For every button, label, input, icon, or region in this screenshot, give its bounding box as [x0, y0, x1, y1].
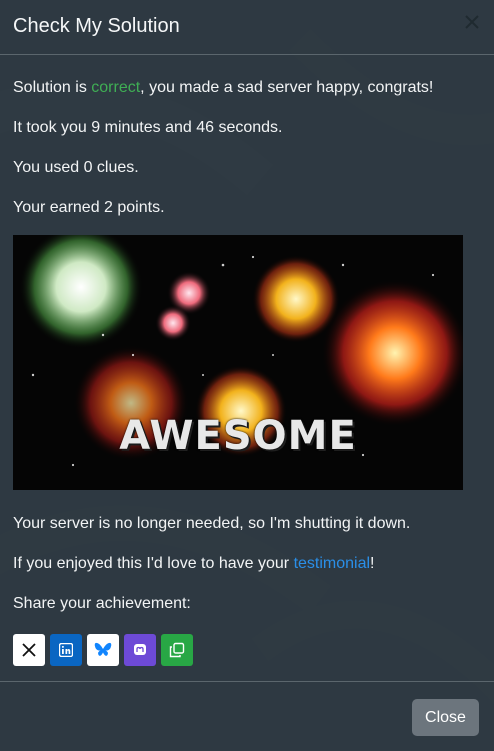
testimonial-link[interactable]: testimonial	[294, 555, 370, 572]
share-buttons	[13, 634, 193, 666]
modal-footer: Close	[0, 681, 494, 751]
result-line: Solution is correct, you made a sad serv…	[13, 70, 481, 110]
modal-title: Check My Solution	[13, 15, 180, 37]
time-text: It took you 9 minutes and 46 seconds.	[13, 119, 283, 136]
share-bluesky-button[interactable]	[87, 634, 119, 666]
result-prefix: Solution is	[13, 79, 92, 96]
result-suffix: , you made a sad server happy, congrats!	[140, 79, 434, 96]
close-icon[interactable]	[464, 14, 480, 30]
copy-icon	[169, 642, 185, 658]
fireworks-image: AWESOME	[13, 235, 463, 490]
mastodon-icon	[134, 644, 146, 655]
status-correct: correct	[91, 79, 141, 96]
modal-body: Solution is correct, you made a sad serv…	[13, 70, 481, 230]
gif-caption: AWESOME	[119, 413, 357, 459]
bluesky-icon	[94, 642, 112, 656]
testimonial-prefix: If you enjoyed this I'd love to have you…	[13, 555, 294, 572]
solution-modal: Check My Solution Solution is correct, y…	[0, 0, 494, 750]
close-button[interactable]: Close	[412, 699, 479, 736]
share-x-button[interactable]	[13, 634, 45, 666]
points-text: Your earned 2 points.	[13, 199, 165, 216]
clues-text: You used 0 clues.	[13, 159, 139, 176]
share-mastodon-button[interactable]	[124, 634, 156, 666]
modal-header: Check My Solution	[0, 0, 494, 55]
linkedin-icon	[59, 643, 73, 657]
testimonial-line: If you enjoyed this I'd love to have you…	[13, 546, 481, 586]
modal-body-lower: Your server is no longer needed, so I'm …	[13, 506, 481, 626]
testimonial-suffix: !	[370, 555, 375, 572]
shutdown-text: Your server is no longer needed, so I'm …	[13, 515, 411, 532]
share-linkedin-button[interactable]	[50, 634, 82, 666]
share-label: Share your achievement:	[13, 595, 191, 612]
x-icon	[22, 643, 36, 657]
share-copy-button[interactable]	[161, 634, 193, 666]
